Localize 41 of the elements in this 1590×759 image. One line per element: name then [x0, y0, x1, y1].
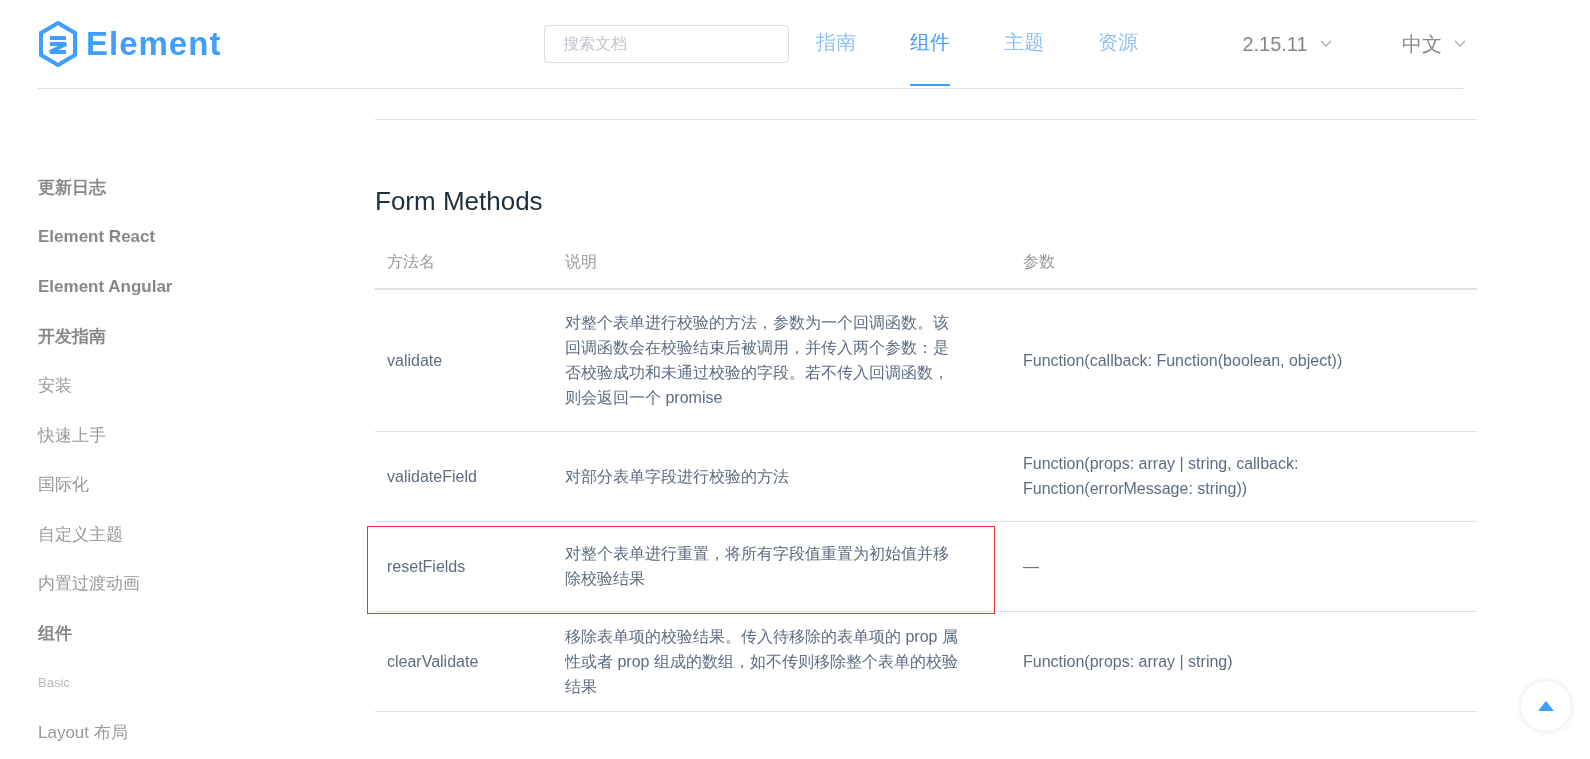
nav-tab[interactable]: 组件 — [910, 0, 951, 86]
column-header: 参数 — [1011, 236, 1477, 289]
section-title: Form Methods — [375, 186, 544, 218]
language-select[interactable]: 中文 — [1401, 30, 1442, 58]
nav-tab[interactable]: 主题 — [1004, 0, 1045, 86]
nav-tab[interactable]: 指南 — [816, 0, 857, 86]
table-cell-text: validate — [387, 350, 444, 371]
table-cell-text: Function(props: array | string, callback: Function(errorMessage: string)) — [1023, 454, 1300, 499]
sidebar-item[interactable]: 快速上手 — [38, 410, 375, 460]
sidebar-item[interactable]: 更新日志 — [38, 163, 375, 213]
sidebar-item[interactable]: 安装 — [38, 361, 375, 411]
sidebar-item[interactable]: 内置过渡动画 — [38, 559, 375, 609]
chevron-down-icon — [1453, 40, 1466, 48]
search-field[interactable]: 搜索文档 — [544, 25, 790, 63]
column-header: 方法名 — [375, 236, 553, 289]
triangle-up-icon — [1538, 701, 1554, 711]
table-cell-text: 对整个表单进行重置，将所有字段值重置为初始值并移除校验结果 — [565, 544, 950, 589]
nav-tab[interactable]: 资源 — [1098, 0, 1139, 86]
column-header: 说明 — [553, 236, 1011, 289]
chevron-down-icon — [1319, 40, 1332, 48]
category-heading: Basic — [38, 674, 71, 693]
sidebar-item[interactable]: 开发指南 — [38, 311, 375, 361]
element-logo-icon — [38, 21, 78, 67]
sidebar-item[interactable]: Layout 布局 — [38, 707, 375, 757]
table-cell-text: 对整个表单进行校验的方法，参数为一个回调函数。该回调函数会在校验结束后被调用，并传入两个参数：是否校验成功和未通过校验的字段。若不传入回调函数，则会返回一个 promise — [565, 313, 950, 409]
sidebar-item[interactable]: Element React — [38, 212, 375, 262]
sidebar-item[interactable]: 自定义主题 — [38, 509, 375, 559]
back-to-top-button[interactable] — [1521, 681, 1571, 731]
table-cell-text: resetFields — [387, 556, 467, 577]
table-cell-text: 移除表单项的校验结果。传入待移除的表单项的 prop 属性或者 prop 组成的数组，如不传则移除整个表单的校验结果 — [565, 626, 959, 697]
sidebar-item[interactable]: 组件 — [38, 608, 375, 658]
table-cell-text: clearValidate — [387, 651, 480, 672]
table-cell-text: validateField — [387, 466, 478, 487]
sidebar-item[interactable]: 国际化 — [38, 460, 375, 510]
table-cell-text: 对部分表单字段进行校验的方法 — [565, 466, 790, 487]
table-cell-text: Function(callback: Function(boolean, object)) — [1023, 350, 1344, 371]
table-cell-text: Function(props: array | string) — [1023, 651, 1234, 672]
logo-text[interactable]: Element — [86, 25, 222, 63]
table-cell-text: — — [1023, 556, 1040, 577]
version-select[interactable]: 2.15.11 — [1242, 32, 1308, 56]
sidebar-item[interactable]: Element Angular — [38, 262, 375, 312]
